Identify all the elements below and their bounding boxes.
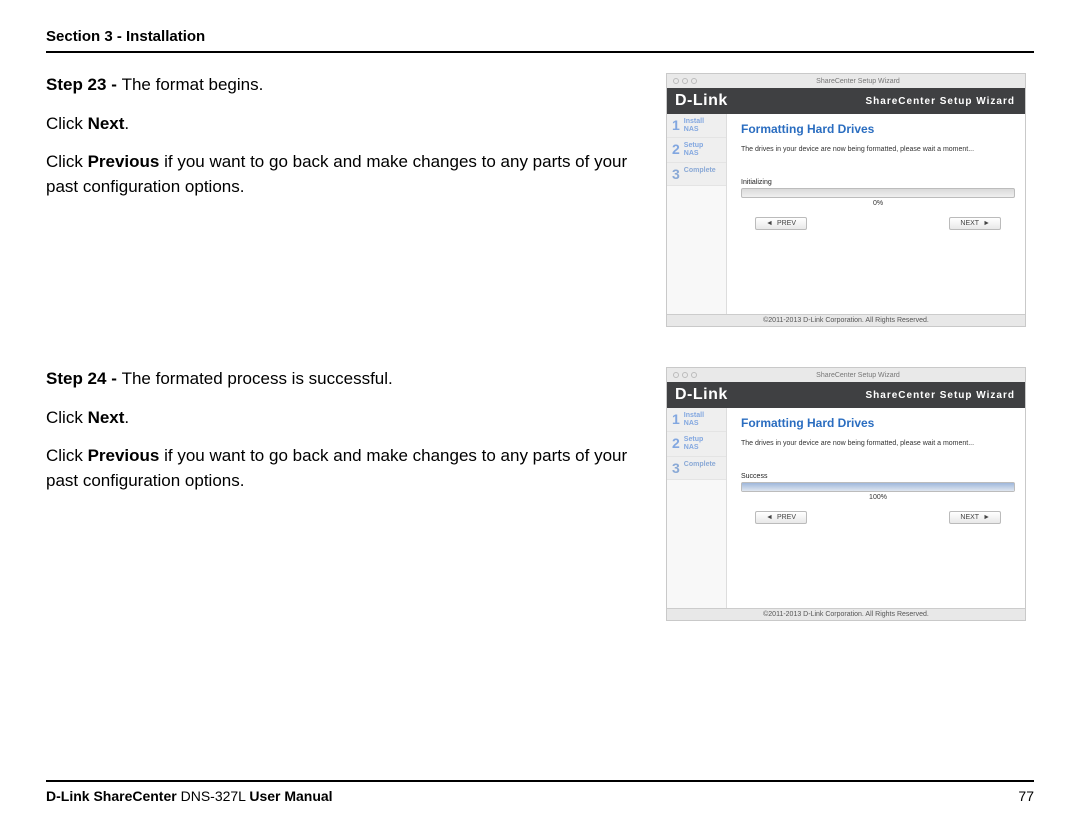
footer-bold1: D-Link ShareCenter — [46, 788, 177, 804]
wizard-header-title: ShareCenter Setup Wizard — [866, 390, 1016, 401]
wizard-titlebar: ShareCenter Setup Wizard — [667, 368, 1025, 382]
click-bold: Next — [88, 114, 125, 133]
wizard-screenshot-col: ShareCenter Setup Wizard D-Link ShareCen… — [666, 367, 1034, 621]
click-next-line: Click Next. — [46, 406, 650, 431]
click-next-line: Click Next. — [46, 112, 650, 137]
panel-title: Formatting Hard Drives — [741, 122, 1015, 136]
progress-percent: 0% — [741, 200, 1015, 207]
click-bold: Next — [88, 408, 125, 427]
click-suffix: . — [124, 408, 129, 427]
wizard-sidebar: 1 InstallNAS 2 SetupNAS 3 Complete — [667, 408, 727, 608]
step-row: Step 23 - The format begins. Click Next.… — [46, 73, 1034, 327]
wizard-titlebar-text: ShareCenter Setup Wizard — [816, 78, 900, 85]
page: Section 3 - Installation Step 23 - The f… — [0, 0, 1080, 834]
progress-bar — [741, 482, 1015, 492]
sidebar-step-label: InstallNAS — [684, 412, 704, 427]
wizard-window: ShareCenter Setup Wizard D-Link ShareCen… — [666, 367, 1026, 621]
prev-button[interactable]: ◄ PREV — [755, 217, 807, 230]
sidebar-step-1: 1 InstallNAS — [667, 114, 726, 138]
wizard-body: 1 InstallNAS 2 SetupNAS 3 Complete Formatti… — [667, 114, 1025, 314]
wizard-header: D-Link ShareCenter Setup Wizard — [667, 382, 1025, 408]
sidebar-step-num: 1 — [672, 412, 680, 426]
sidebar-step-label: SetupNAS — [684, 436, 703, 451]
step-prefix: Step 24 - — [46, 369, 122, 388]
wizard-main: Formatting Hard Drives The drives in you… — [727, 408, 1025, 608]
step-line: Step 23 - The format begins. — [46, 73, 650, 98]
wizard-window: ShareCenter Setup Wizard D-Link ShareCen… — [666, 73, 1026, 327]
sidebar-step-2: 2 SetupNAS — [667, 138, 726, 162]
wizard-header-title: ShareCenter Setup Wizard — [866, 96, 1016, 107]
step-row: Step 24 - The formated process is succes… — [46, 367, 1034, 621]
traffic-light-icons — [673, 78, 697, 84]
triangle-right-icon: ► — [983, 220, 990, 227]
prev-button-label: PREV — [777, 220, 796, 227]
step-text-column: Step 24 - The formated process is succes… — [46, 367, 650, 621]
brand-logo: D-Link — [675, 92, 728, 110]
next-button-label: NEXT — [960, 220, 979, 227]
triangle-left-icon: ◄ — [766, 220, 773, 227]
progress-bar — [741, 188, 1015, 198]
sidebar-step-num: 2 — [672, 436, 680, 450]
page-footer: D-Link ShareCenter DNS-327L User Manual … — [46, 780, 1034, 804]
wizard-footer: ©2011-2013 D-Link Corporation. All Right… — [667, 314, 1025, 326]
sidebar-step-num: 1 — [672, 118, 680, 132]
prev-prefix: Click — [46, 152, 88, 171]
sidebar-step-label: Complete — [684, 461, 716, 469]
prev-prefix: Click — [46, 446, 88, 465]
sidebar-step-1: 1 InstallNAS — [667, 408, 726, 432]
wizard-button-row: ◄ PREV NEXT ► — [741, 207, 1015, 238]
step-text: The formated process is successful. — [122, 369, 393, 388]
next-button[interactable]: NEXT ► — [949, 217, 1001, 230]
sidebar-step-num: 3 — [672, 167, 680, 181]
step-line: Step 24 - The formated process is succes… — [46, 367, 650, 392]
click-prefix: Click — [46, 408, 88, 427]
wizard-body: 1 InstallNAS 2 SetupNAS 3 Complete Formatti… — [667, 408, 1025, 608]
sidebar-step-label: Complete — [684, 167, 716, 175]
progress-fill — [742, 483, 1014, 491]
prev-bold: Previous — [88, 446, 160, 465]
next-button-label: NEXT — [960, 514, 979, 521]
next-button[interactable]: NEXT ► — [949, 511, 1001, 524]
click-prefix: Click — [46, 114, 88, 133]
wizard-footer: ©2011-2013 D-Link Corporation. All Right… — [667, 608, 1025, 620]
traffic-light-icons — [673, 372, 697, 378]
step-text: The format begins. — [122, 75, 264, 94]
triangle-right-icon: ► — [983, 514, 990, 521]
step-prefix: Step 23 - — [46, 75, 122, 94]
click-suffix: . — [124, 114, 129, 133]
wizard-titlebar-text: ShareCenter Setup Wizard — [816, 372, 900, 379]
sidebar-step-num: 3 — [672, 461, 680, 475]
prev-button-label: PREV — [777, 514, 796, 521]
sidebar-step-label: InstallNAS — [684, 118, 704, 133]
wizard-screenshot-col: ShareCenter Setup Wizard D-Link ShareCen… — [666, 73, 1034, 327]
footer-plain: DNS-327L — [177, 788, 250, 804]
wizard-sidebar: 1 InstallNAS 2 SetupNAS 3 Complete — [667, 114, 727, 314]
status-label: Initializing — [741, 179, 1015, 186]
click-previous-line: Click Previous if you want to go back an… — [46, 150, 650, 199]
sidebar-step-3: 3 Complete — [667, 163, 726, 186]
wizard-header: D-Link ShareCenter Setup Wizard — [667, 88, 1025, 114]
triangle-left-icon: ◄ — [766, 514, 773, 521]
wizard-main: Formatting Hard Drives The drives in you… — [727, 114, 1025, 314]
section-header: Section 3 - Installation — [46, 28, 1034, 53]
footer-product: D-Link ShareCenter DNS-327L User Manual — [46, 788, 333, 804]
sidebar-step-3: 3 Complete — [667, 457, 726, 480]
brand-logo: D-Link — [675, 386, 728, 404]
wizard-titlebar: ShareCenter Setup Wizard — [667, 74, 1025, 88]
sidebar-step-label: SetupNAS — [684, 142, 703, 157]
prev-bold: Previous — [88, 152, 160, 171]
sidebar-step-num: 2 — [672, 142, 680, 156]
wizard-button-row: ◄ PREV NEXT ► — [741, 501, 1015, 532]
prev-button[interactable]: ◄ PREV — [755, 511, 807, 524]
panel-message: The drives in your device are now being … — [741, 440, 1015, 447]
status-label: Success — [741, 473, 1015, 480]
click-previous-line: Click Previous if you want to go back an… — [46, 444, 650, 493]
footer-bold2: User Manual — [249, 788, 332, 804]
progress-percent: 100% — [741, 494, 1015, 501]
page-number: 77 — [1018, 788, 1034, 804]
panel-title: Formatting Hard Drives — [741, 416, 1015, 430]
panel-message: The drives in your device are now being … — [741, 146, 1015, 153]
step-text-column: Step 23 - The format begins. Click Next.… — [46, 73, 650, 327]
sidebar-step-2: 2 SetupNAS — [667, 432, 726, 456]
